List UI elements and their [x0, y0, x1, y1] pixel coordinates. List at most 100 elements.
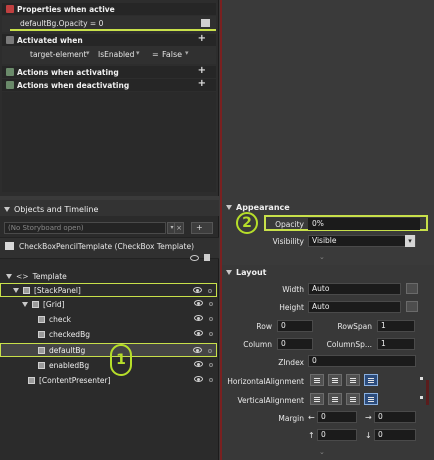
- width-label: Width: [282, 285, 304, 294]
- condition-operator[interactable]: =: [152, 50, 159, 59]
- chevron-down-icon[interactable]: ▾: [405, 235, 415, 247]
- row-label: Row: [256, 322, 272, 331]
- add-condition-icon[interactable]: +: [198, 33, 206, 44]
- auto-size-icon[interactable]: [406, 301, 418, 312]
- active-properties-list: defaultBg.Opacity = 0: [2, 16, 216, 32]
- tree-item-checkedbg[interactable]: checkedBg: [0, 327, 217, 341]
- eye-icon[interactable]: [194, 330, 203, 336]
- align-bottom-icon[interactable]: [346, 393, 360, 405]
- tree-item-grid[interactable]: [Grid]: [0, 297, 217, 311]
- eye-icon[interactable]: [194, 300, 203, 306]
- collapse-icon: [4, 207, 10, 212]
- lock-icon[interactable]: [204, 254, 210, 261]
- align-top-icon[interactable]: [310, 393, 324, 405]
- margin-bottom-input[interactable]: 0: [374, 429, 416, 441]
- chevron-down-icon: ▾: [185, 49, 189, 57]
- align-stretch-icon[interactable]: [364, 374, 378, 386]
- align-vstretch-icon[interactable]: [364, 393, 378, 405]
- rowspan-input[interactable]: 1: [377, 320, 415, 332]
- active-property-value[interactable]: defaultBg.Opacity = 0: [20, 19, 103, 28]
- close-storyboard-icon[interactable]: ×: [174, 222, 184, 234]
- storyboard-picker[interactable]: (No Storyboard open): [4, 222, 166, 234]
- condition-property-dropdown[interactable]: IsEnabled: [98, 50, 134, 59]
- height-input[interactable]: Auto: [308, 301, 401, 313]
- eye-icon[interactable]: [193, 347, 202, 353]
- columnspan-input[interactable]: 1: [377, 338, 415, 350]
- zindex-input[interactable]: 0: [308, 355, 416, 367]
- eye-icon[interactable]: [193, 287, 202, 293]
- expand-more-icon[interactable]: ⌄: [319, 253, 325, 261]
- appearance-header[interactable]: Appearance: [226, 203, 290, 212]
- lock-icon[interactable]: [208, 349, 212, 353]
- actions-deactivating-header[interactable]: Actions when deactivating +: [2, 78, 216, 91]
- expand-icon: [13, 287, 19, 293]
- condition-row: target-element ▾ IsEnabled ▾ = False ▾: [2, 46, 216, 64]
- condition-value-dropdown[interactable]: False: [162, 50, 182, 59]
- margin-right-input[interactable]: 0: [374, 411, 416, 423]
- column-input[interactable]: 0: [277, 338, 313, 350]
- expand-icon: [22, 301, 28, 307]
- visibility-dropdown[interactable]: Visible: [308, 235, 416, 247]
- tree-item-label: enabledBg: [49, 360, 90, 370]
- tree-item-stackpanel[interactable]: [StackPanel]: [0, 283, 217, 297]
- eye-icon[interactable]: [194, 376, 203, 382]
- align-right-icon[interactable]: [346, 374, 360, 386]
- tree-item-template[interactable]: <> Template: [0, 269, 217, 283]
- objects-panel-title[interactable]: Objects and Timeline: [4, 205, 98, 214]
- margin-top-input[interactable]: 0: [317, 429, 357, 441]
- eye-icon[interactable]: [190, 255, 199, 261]
- condition-element-dropdown[interactable]: target-element: [30, 50, 86, 59]
- lock-icon[interactable]: [209, 378, 213, 382]
- collapse-icon: [226, 205, 232, 210]
- rectangle-icon: [38, 361, 45, 369]
- expand-more-icon[interactable]: ⌄: [319, 448, 325, 456]
- rectangle-icon: [38, 346, 45, 354]
- tree-item-check[interactable]: check: [0, 312, 217, 326]
- add-storyboard-label: +: [196, 223, 203, 232]
- actions-empty-area: [2, 92, 216, 192]
- highlight-underline: [10, 29, 216, 31]
- opacity-input[interactable]: 0%: [308, 218, 420, 230]
- tree-item-enabledbg[interactable]: enabledBg: [0, 358, 217, 372]
- add-action-icon[interactable]: +: [198, 65, 206, 76]
- activated-when-header[interactable]: Activated when +: [2, 33, 216, 46]
- columnspan-label: ColumnSp...: [326, 340, 372, 349]
- tree-item-contentpresenter[interactable]: [ContentPresenter]: [0, 373, 217, 387]
- row-input[interactable]: 0: [277, 320, 313, 332]
- margin-label: Margin: [278, 414, 304, 423]
- properties-when-active-header[interactable]: Properties when active: [2, 3, 216, 15]
- margin-left-input[interactable]: 0: [317, 411, 357, 423]
- tree-item-defaultbg[interactable]: defaultBg: [0, 343, 217, 357]
- triggers-panel: Properties when active defaultBg.Opacity…: [0, 0, 219, 196]
- align-center-icon[interactable]: [328, 374, 342, 386]
- width-input[interactable]: Auto: [308, 283, 401, 295]
- eye-icon[interactable]: [194, 361, 203, 367]
- align-left-icon[interactable]: [310, 374, 324, 386]
- annotation-number: 1: [116, 352, 126, 368]
- margin-top-icon: ↑: [308, 431, 315, 440]
- lock-icon[interactable]: [208, 289, 212, 293]
- auto-size-icon[interactable]: [406, 283, 418, 294]
- column-label: Column: [243, 340, 272, 349]
- tree-item-label: [ContentPresenter]: [39, 375, 111, 385]
- vertical-alignment-label: VerticalAlignment: [237, 396, 304, 405]
- height-label: Height: [279, 303, 304, 312]
- content-presenter-icon: [28, 376, 35, 384]
- lock-icon[interactable]: [209, 302, 213, 306]
- lock-icon[interactable]: [209, 363, 213, 367]
- advanced-options-icon[interactable]: [420, 377, 423, 380]
- objects-timeline-panel: Objects and Timeline (No Storyboard open…: [0, 200, 219, 460]
- add-storyboard-button[interactable]: +: [191, 222, 213, 234]
- lock-icon[interactable]: [209, 332, 213, 336]
- advanced-options-icon[interactable]: [420, 396, 423, 399]
- annotation-circle-one: 1: [110, 344, 132, 376]
- lock-icon[interactable]: [209, 317, 213, 321]
- layout-header[interactable]: Layout: [226, 268, 266, 277]
- remove-property-button[interactable]: [201, 19, 210, 27]
- return-scope-icon[interactable]: [5, 242, 14, 250]
- add-action-icon[interactable]: +: [198, 78, 206, 89]
- eye-icon[interactable]: [194, 315, 203, 321]
- artboard-area: [222, 0, 434, 196]
- align-middle-icon[interactable]: [328, 393, 342, 405]
- actions-activating-header[interactable]: Actions when activating +: [2, 65, 216, 78]
